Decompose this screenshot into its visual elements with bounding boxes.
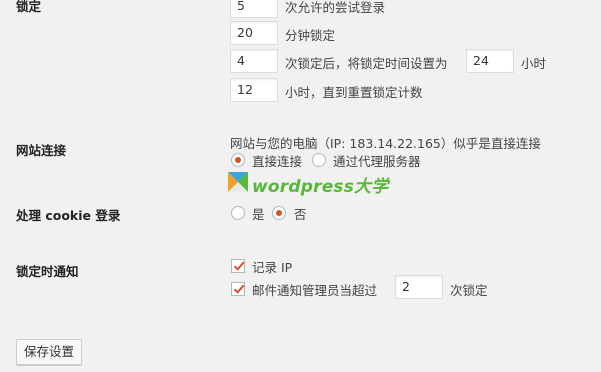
site-connection-description: 网站与您的电脑（IP: 183.14.22.165）似乎是直接连接 [230, 136, 541, 151]
proxy-connection-label[interactable]: 通过代理服务器 [333, 151, 421, 170]
allowed-retries-suffix: 次允许的尝试登录 [285, 0, 386, 15]
email-notify-suffix: 次锁定 [450, 283, 488, 298]
cookie-no-radio[interactable] [272, 206, 286, 220]
lockout-label: 锁定 [16, 0, 42, 14]
log-ip-label[interactable]: 记录 IP [252, 257, 292, 276]
cookie-login-label: 处理 cookie 登录 [16, 208, 121, 223]
proxy-connection-radio[interactable] [312, 153, 326, 167]
wordpress-daxue-watermark: wordpress大学 [252, 177, 389, 197]
cookie-no-label[interactable]: 否 [294, 204, 307, 223]
wordpress-daxue-logo-icon [228, 172, 248, 192]
direct-connection-label[interactable]: 直接连接 [252, 151, 302, 170]
lockouts-count-middle: 次锁定后，将锁定时间设置为 [285, 56, 448, 71]
lockout-minutes-suffix: 分钟锁定 [285, 28, 336, 43]
checkmark-icon [233, 284, 245, 294]
valid-duration-suffix: 小时，直到重置锁定计数 [285, 85, 423, 100]
checkmark-icon [233, 261, 245, 271]
valid-duration-input[interactable]: 12 [230, 78, 278, 102]
log-ip-checkbox[interactable] [231, 259, 245, 273]
cookie-yes-radio[interactable] [231, 206, 245, 220]
notify-on-lockout-label: 锁定时通知 [16, 264, 79, 279]
direct-connection-radio[interactable] [231, 153, 245, 167]
email-notify-checkbox[interactable] [231, 282, 245, 296]
email-notify-prefix: 邮件通知管理员当超过 [252, 283, 378, 298]
email-after-lockouts-input[interactable]: 2 [395, 275, 443, 299]
site-connection-label: 网站连接 [16, 143, 67, 158]
lockouts-count-input[interactable]: 4 [230, 49, 278, 73]
cookie-yes-label[interactable]: 是 [252, 204, 265, 223]
save-settings-button[interactable]: 保存设置 [16, 339, 83, 365]
lockout-minutes-input[interactable]: 20 [230, 21, 278, 45]
long-lockout-hours-suffix: 小时 [521, 56, 547, 71]
long-lockout-hours-input[interactable]: 24 [466, 49, 514, 73]
allowed-retries-input[interactable]: 5 [230, 0, 278, 18]
